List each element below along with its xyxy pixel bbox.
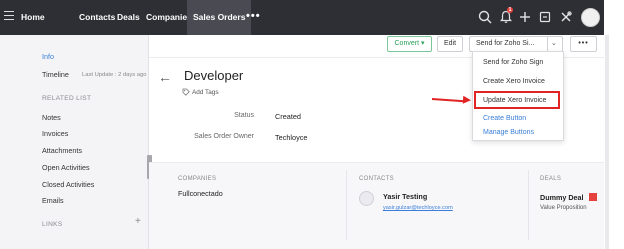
sidebar-item-emails[interactable]: Emails xyxy=(42,196,64,205)
right-edge xyxy=(604,0,624,249)
nav-home[interactable]: Home xyxy=(21,0,45,35)
nav-more-icon[interactable]: ••• xyxy=(246,10,261,22)
add-icon[interactable] xyxy=(517,9,533,25)
top-nav-bar: Home Contacts Deals Companies Sales Orde… xyxy=(0,0,604,35)
menu-item-create-xero-invoice[interactable]: Create Xero Invoice xyxy=(483,78,545,85)
nav-companies[interactable]: Companies xyxy=(146,0,192,35)
search-icon[interactable] xyxy=(477,9,493,25)
add-link-icon[interactable]: + xyxy=(135,216,141,227)
nav-sales-orders[interactable]: Sales Orders xyxy=(187,0,252,35)
sidebar-item-timeline[interactable]: Timeline xyxy=(42,70,69,79)
deal-stage: Value Proposition xyxy=(540,205,587,211)
page-scrollbar[interactable] xyxy=(605,35,609,249)
convert-button[interactable]: Convert ▾ xyxy=(387,36,432,52)
contacts-heading: CONTACTS xyxy=(359,176,394,182)
deal-name[interactable]: Dummy Deal xyxy=(540,193,584,202)
menu-item-send-for-zoho-sign[interactable]: Send for Zoho Sign xyxy=(483,59,543,66)
record-title: Developer xyxy=(184,68,244,83)
deal-badge xyxy=(589,193,597,201)
record-sidebar: Info Timeline Last Update : 2 days ago R… xyxy=(0,35,149,249)
column-divider xyxy=(528,170,529,240)
field-label-owner: Sales Order Owner xyxy=(194,133,254,140)
sidebar-item-info[interactable]: Info xyxy=(42,52,54,61)
timeline-last-update: Last Update : 2 days ago xyxy=(82,72,147,78)
sidebar-item-open-activities[interactable]: Open Activities xyxy=(42,163,90,172)
calendar-icon[interactable] xyxy=(537,9,553,25)
company-name[interactable]: Fullconectado xyxy=(178,189,223,198)
field-label-status: Status xyxy=(234,112,254,119)
highlight-box xyxy=(474,91,560,109)
nav-deals[interactable]: Deals xyxy=(117,0,140,35)
tag-icon xyxy=(182,88,190,96)
related-list-heading: RELATED LIST xyxy=(42,95,92,102)
companies-heading: COMPANIES xyxy=(178,176,217,182)
back-arrow-icon[interactable]: ← xyxy=(158,69,172,85)
sidebar-item-attachments[interactable]: Attachments xyxy=(42,146,82,155)
hamburger-menu-icon[interactable] xyxy=(4,11,14,23)
user-avatar[interactable] xyxy=(581,8,600,27)
contact-name[interactable]: Yasir Testing xyxy=(383,192,427,201)
create-button-link[interactable]: Create Button xyxy=(483,115,526,122)
sidebar-item-invoices[interactable]: Invoices xyxy=(42,129,68,138)
field-value-status[interactable]: Created xyxy=(275,112,301,121)
manage-buttons-link[interactable]: Manage Buttons xyxy=(483,129,534,136)
edit-button[interactable]: Edit xyxy=(437,36,463,52)
more-actions-button[interactable]: ••• xyxy=(570,36,597,52)
field-value-owner[interactable]: Techloyce xyxy=(275,133,307,142)
contact-email-link[interactable]: yasir.gulzar@techloyce.com xyxy=(383,205,453,211)
column-divider xyxy=(346,170,347,240)
send-for-zoho-sign-button[interactable]: Send for Zoho Si... xyxy=(469,36,563,52)
deals-heading: DEALS xyxy=(540,176,562,182)
sidebar-item-notes[interactable]: Notes xyxy=(42,113,61,122)
annotation-arrowhead xyxy=(462,95,472,105)
convert-caret-icon: ▾ xyxy=(420,40,425,47)
sidebar-item-closed-activities[interactable]: Closed Activities xyxy=(42,180,94,189)
notification-badge: 1 xyxy=(507,7,513,13)
nav-contacts[interactable]: Contacts xyxy=(79,0,115,35)
add-tags-link[interactable]: Add Tags xyxy=(192,89,219,96)
chevron-down-icon[interactable]: ⌄ xyxy=(551,39,557,47)
convert-label: Convert xyxy=(394,40,420,47)
links-heading: LINKS xyxy=(42,221,63,228)
contact-avatar xyxy=(359,191,374,206)
annotation-arrow xyxy=(431,98,466,103)
split-button-divider xyxy=(547,37,548,51)
setup-tools-icon[interactable] xyxy=(558,9,574,25)
